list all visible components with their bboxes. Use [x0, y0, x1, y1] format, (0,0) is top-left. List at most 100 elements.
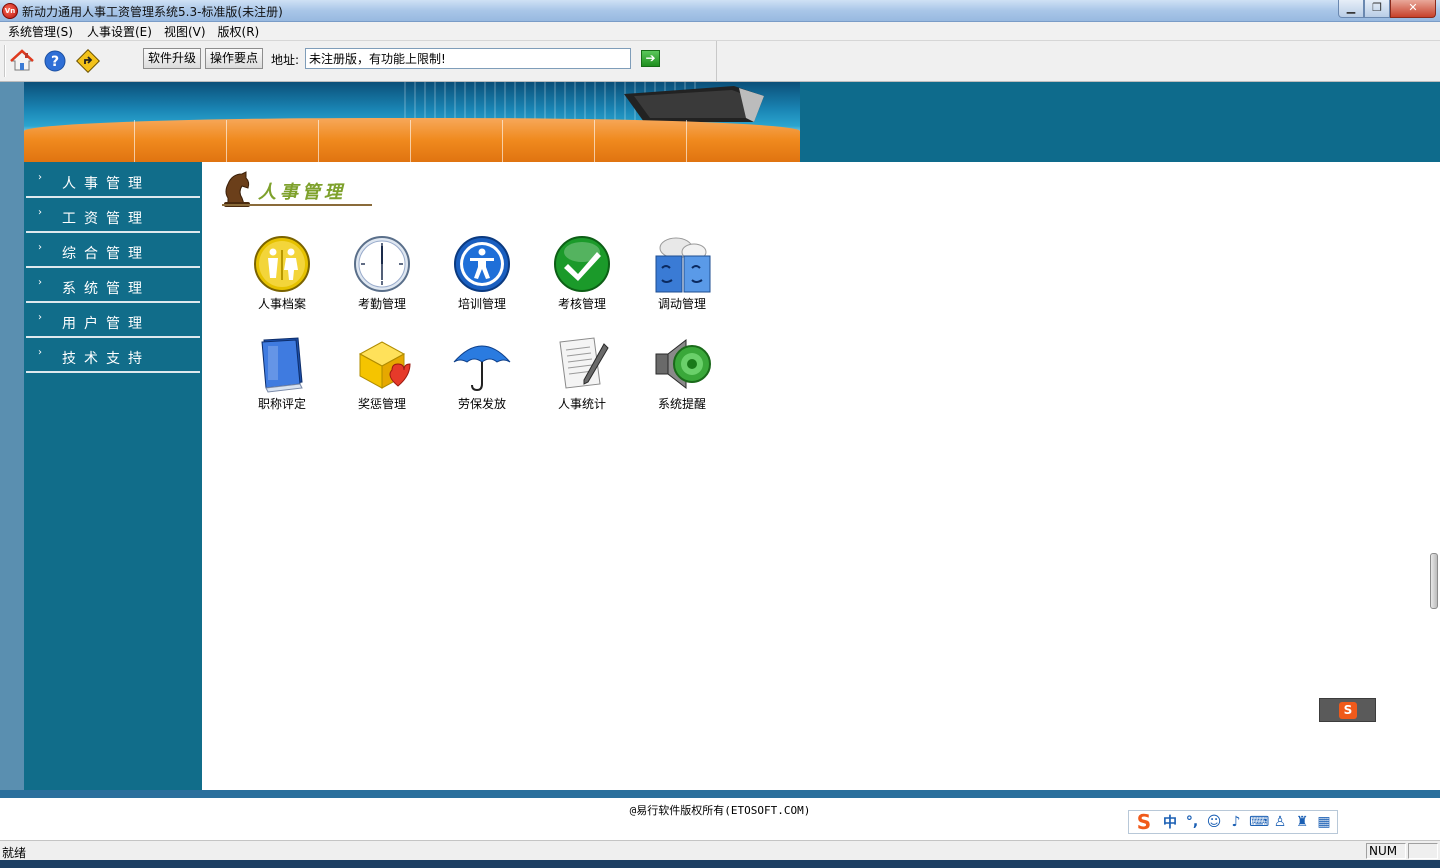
- clock-icon: [354, 236, 410, 292]
- book-icon: [261, 337, 303, 393]
- address-label: 地址:: [271, 53, 300, 67]
- chevron-right-icon: ›: [38, 172, 42, 183]
- chevron-right-icon: ›: [38, 347, 42, 358]
- chess-knight-icon: [224, 171, 250, 207]
- emoji-icon[interactable]: ☺: [1205, 814, 1223, 830]
- chevron-right-icon: ›: [38, 312, 42, 323]
- tile-label: 培训管理: [457, 297, 506, 311]
- skin-icon[interactable]: ♜: [1293, 814, 1311, 830]
- sogou-icon: S: [1339, 702, 1357, 719]
- maximize-button[interactable]: ❐: [1364, 0, 1390, 18]
- scrollbar-thumb[interactable]: [1430, 553, 1438, 609]
- toolbar-separator: [716, 41, 717, 81]
- sidebar-item-system[interactable]: › 系统管理: [26, 269, 200, 303]
- ime-toolbar[interactable]: S 中 °, ☺ ♪ ⌨ ♙ ♜ ▦: [1128, 810, 1338, 834]
- home-icon[interactable]: [9, 48, 35, 74]
- close-button[interactable]: ✕: [1390, 0, 1436, 18]
- status-pane-empty: [1408, 843, 1438, 859]
- tile-label: 职称评定: [257, 397, 306, 411]
- speaker-icon: [655, 338, 711, 390]
- tile-label: 人事统计: [557, 397, 606, 411]
- go-button[interactable]: ➔: [641, 50, 660, 67]
- sidebar-item-label: 技术支持: [62, 351, 150, 367]
- banner-tab-strip: [24, 118, 800, 162]
- svg-text:?: ?: [51, 54, 59, 70]
- rewards-tile[interactable]: 奖惩管理: [342, 334, 422, 418]
- sidebar-item-label: 综合管理: [62, 246, 150, 262]
- hr-statistics-tile[interactable]: 人事统计: [542, 334, 622, 418]
- banner-tab-separator: [134, 120, 135, 162]
- banner-tab-separator: [686, 120, 687, 162]
- sidebar-item-salary[interactable]: › 工资管理: [26, 199, 200, 233]
- attendance-tile[interactable]: 考勤管理: [342, 234, 422, 318]
- ime-mini-toolbar[interactable]: S: [1319, 698, 1376, 722]
- status-bar: 就绪 NUM: [0, 840, 1440, 860]
- chinese-mode-toggle[interactable]: 中: [1161, 812, 1179, 832]
- sidebar-item-support[interactable]: › 技术支持: [26, 339, 200, 373]
- system-reminder-tile[interactable]: 系统提醒: [642, 334, 722, 418]
- sogou-logo-icon: S: [1136, 810, 1152, 834]
- window-title: 新动力通用人事工资管理系统5.3-标准版(未注册): [22, 5, 283, 19]
- person-icon: [454, 236, 510, 292]
- sidebar-item-label: 用户管理: [62, 316, 150, 332]
- footer-divider: [0, 790, 1440, 798]
- title-evaluation-tile[interactable]: 职称评定: [242, 334, 322, 418]
- chevron-right-icon: ›: [38, 242, 42, 253]
- hr-records-tile[interactable]: 人事档案: [242, 234, 322, 318]
- help-icon[interactable]: ?: [42, 48, 68, 74]
- minimize-button[interactable]: ▁: [1338, 0, 1364, 18]
- sidebar-item-hr[interactable]: › 人事管理: [26, 164, 200, 198]
- restroom-icon: [254, 236, 310, 292]
- banner-tab-separator: [318, 120, 319, 162]
- app-icon: Vn: [2, 3, 18, 19]
- tile-label: 考核管理: [557, 297, 606, 311]
- punctuation-toggle[interactable]: °,: [1183, 814, 1201, 830]
- transfer-tile[interactable]: 调动管理: [642, 234, 722, 318]
- sidebar-item-general[interactable]: › 综合管理: [26, 234, 200, 268]
- tile-label: 奖惩管理: [357, 397, 406, 411]
- document-pen-icon: [559, 337, 609, 389]
- num-lock-indicator: NUM: [1366, 843, 1406, 859]
- grid-menu-icon[interactable]: ▦: [1315, 814, 1333, 830]
- menu-copyright[interactable]: 版权(R): [212, 23, 266, 40]
- section-title-underline: [222, 204, 372, 206]
- tile-label: 系统提醒: [657, 397, 706, 411]
- frame-left-strip: [0, 82, 24, 798]
- menu-system[interactable]: 系统管理(S): [2, 23, 79, 40]
- faces-icon: [655, 237, 711, 293]
- address-input[interactable]: [305, 48, 631, 69]
- toolbar: ? 软件升级 操作要点 地址: ➔: [0, 41, 1440, 82]
- menu-hr-settings[interactable]: 人事设置(E): [81, 23, 158, 40]
- section-title: 人事管理: [258, 182, 346, 203]
- sidebar-item-label: 系统管理: [62, 281, 150, 297]
- operation-guide-button[interactable]: 操作要点: [205, 48, 264, 69]
- banner-tab-separator: [594, 120, 595, 162]
- sidebar: › 人事管理 › 工资管理 › 综合管理 › 系统管理 › 用户管理 › 技术支…: [24, 162, 202, 790]
- banner-tab-separator: [410, 120, 411, 162]
- tile-label: 考勤管理: [357, 297, 406, 311]
- tile-label: 劳保发放: [457, 397, 506, 411]
- sidebar-item-users[interactable]: › 用户管理: [26, 304, 200, 338]
- menu-view[interactable]: 视图(V): [158, 23, 212, 40]
- sidebar-item-label: 工资管理: [62, 211, 150, 227]
- exit-icon[interactable]: [75, 48, 101, 74]
- training-tile[interactable]: 培训管理: [442, 234, 522, 318]
- menu-bar: 系统管理(S) 人事设置(E) 视图(V) 版权(R): [0, 22, 1440, 41]
- banner-tab-separator: [226, 120, 227, 162]
- title-bar: Vn 新动力通用人事工资管理系统5.3-标准版(未注册) ▁ ❐ ✕: [0, 0, 1440, 22]
- banner-tab-separator: [502, 120, 503, 162]
- taskbar: [0, 860, 1440, 868]
- microphone-icon[interactable]: ♪: [1227, 814, 1245, 830]
- assessment-tile[interactable]: 考核管理: [542, 234, 622, 318]
- gift-heart-icon: [358, 341, 411, 389]
- software-upgrade-button[interactable]: 软件升级: [143, 48, 202, 69]
- toolbar-grip: [4, 45, 6, 77]
- checkmark-icon: [554, 236, 610, 292]
- user-icon[interactable]: ♙: [1271, 814, 1289, 830]
- tile-label: 人事档案: [257, 297, 306, 311]
- status-text: 就绪: [2, 846, 27, 860]
- labor-protection-tile[interactable]: 劳保发放: [442, 334, 522, 418]
- sidebar-item-label: 人事管理: [62, 176, 150, 192]
- keyboard-icon[interactable]: ⌨: [1249, 814, 1269, 830]
- tile-label: 调动管理: [657, 297, 706, 311]
